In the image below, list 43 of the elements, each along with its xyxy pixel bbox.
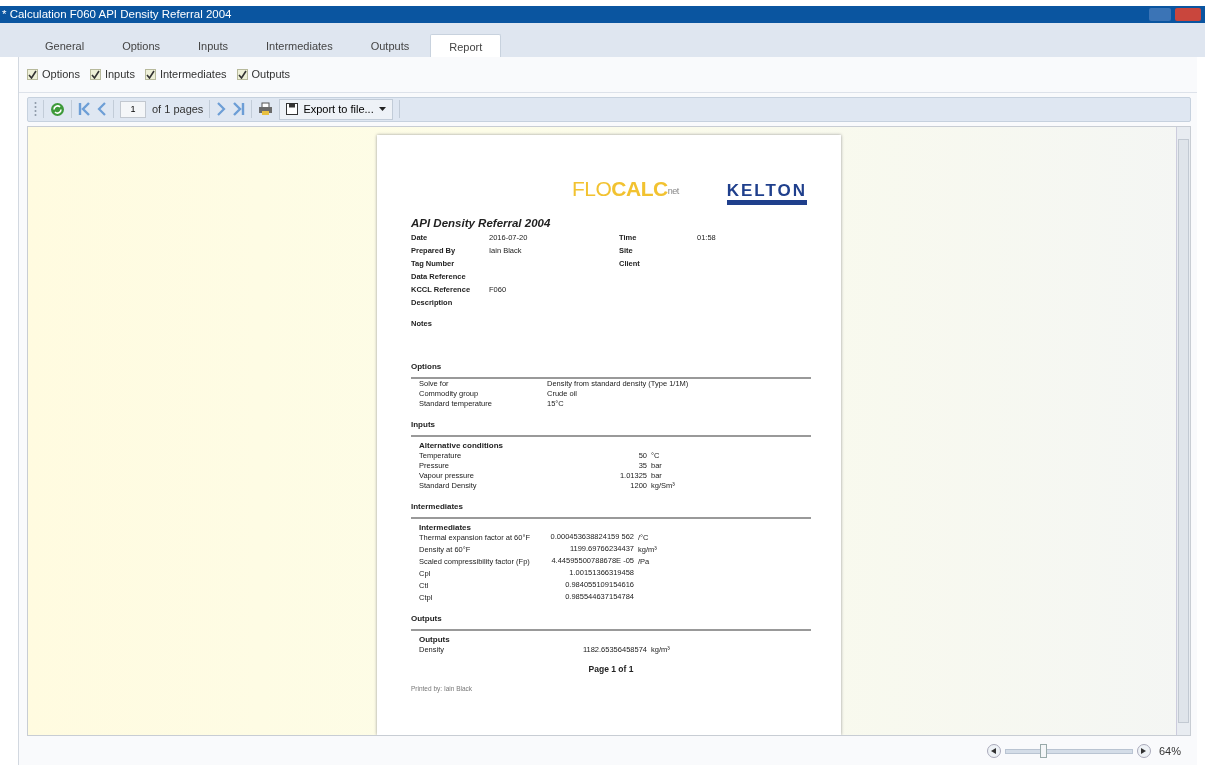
zoom-in-button[interactable] (1136, 744, 1151, 759)
last-page-icon[interactable] (232, 102, 246, 117)
grip-icon (34, 101, 37, 118)
section-heading: Outputs (411, 613, 811, 632)
section-heading: Options (411, 361, 811, 380)
right-arrow-icon (1141, 748, 1147, 755)
refresh-icon[interactable] (50, 101, 65, 117)
zoom-percentage: 64% (1158, 743, 1181, 759)
checkbox-label[interactable]: Options (42, 66, 80, 83)
tab[interactable]: General (28, 34, 102, 57)
checkbox[interactable] (27, 68, 38, 80)
page-count: of 1 pages (152, 102, 204, 118)
page-footer: Page 1 of 1 (411, 663, 811, 676)
page-number-field[interactable]: 1 (120, 100, 146, 118)
zoom-slider-thumb[interactable] (1039, 743, 1047, 758)
section-heading: Intermediates (411, 501, 811, 520)
export-button[interactable]: Export to file... (279, 98, 393, 120)
checkbox-label[interactable]: Inputs (104, 66, 135, 83)
zoom-out-button[interactable] (986, 744, 1001, 759)
tab[interactable]: Options (105, 34, 178, 57)
vertical-scrollbar[interactable] (1176, 127, 1190, 736)
checkbox[interactable] (236, 68, 248, 80)
caret-icon (378, 107, 386, 112)
first-page-icon[interactable] (78, 102, 91, 117)
group-heading: Intermediates (419, 523, 473, 534)
previous-page-icon[interactable] (97, 102, 107, 117)
logo: KELTON (726, 181, 807, 205)
group-heading: Alternative conditions (419, 441, 504, 452)
group-heading: Outputs (419, 635, 451, 646)
checkbox-label[interactable]: Outputs (251, 66, 291, 83)
report-title: API Density Referral 2004 (411, 215, 552, 231)
next-page-icon[interactable] (216, 102, 227, 117)
checkbox-label[interactable]: Intermediates (159, 66, 227, 83)
section-heading: Inputs (411, 419, 811, 438)
tab[interactable]: Report (430, 34, 502, 57)
window-title: * Calculation F060 API Density Referral 2004 (2, 7, 232, 22)
left-arrow-icon (991, 748, 997, 755)
tab[interactable]: Intermediates (249, 34, 350, 57)
printer-icon[interactable] (258, 102, 274, 117)
tab[interactable]: Inputs (181, 34, 246, 57)
checkbox[interactable] (144, 68, 156, 80)
checkbox[interactable] (89, 68, 101, 80)
tab[interactable]: Outputs (353, 34, 427, 57)
